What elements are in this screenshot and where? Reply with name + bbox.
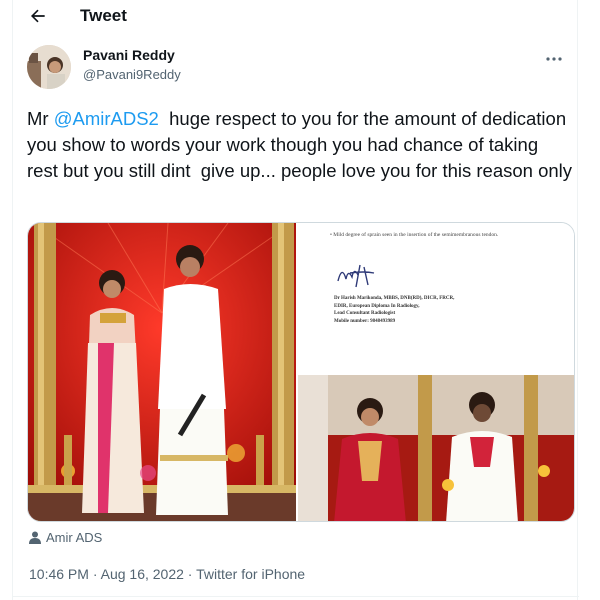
mention-link[interactable]: @AmirADS2 xyxy=(54,108,159,129)
tweet-date[interactable]: Aug 16, 2022 xyxy=(101,566,184,582)
header: Tweet xyxy=(13,0,579,34)
tweet-metadata: 10:46 PM · Aug 16, 2022 · Twitter for iP… xyxy=(29,566,305,582)
doc-doctor-details: Dr Harish Marikonda, MBBS, DNB(RD), DICR… xyxy=(334,295,454,325)
tweet-text: Mr @AmirADS2 huge respect to you for the… xyxy=(27,106,573,184)
tweet-time[interactable]: 10:46 PM xyxy=(29,566,89,582)
doc-detail-line: EDIR, European Diploma In Radiology, xyxy=(334,303,420,309)
avatar[interactable] xyxy=(27,45,71,89)
doc-detail-line: Mobile number: 9848493989 xyxy=(334,318,396,324)
signature-image xyxy=(337,264,375,288)
meta-separator: · xyxy=(183,566,197,582)
doc-bullet-text: • Mild degree of sprain seen in the inse… xyxy=(330,232,499,238)
tweet-page: Tweet Pavani Reddy @Pavani9Reddy Mr @Ami… xyxy=(12,0,579,600)
meta-separator: · xyxy=(88,566,101,582)
media-grid: • Mild degree of sprain seen in the inse… xyxy=(27,222,575,522)
doc-detail-line: Dr Harish Marikonda, MBBS, DNB(RD), DICR… xyxy=(334,296,455,301)
media-photo-stage[interactable] xyxy=(28,223,296,521)
media-photo-document[interactable]: • Mild degree of sprain seen in the inse… xyxy=(298,223,574,373)
page-title: Tweet xyxy=(80,6,127,25)
arrow-left-icon[interactable] xyxy=(27,6,49,26)
person-icon xyxy=(29,531,41,544)
author-name[interactable]: Pavani Reddy xyxy=(83,47,175,63)
media-photo-ceremony[interactable] xyxy=(298,375,574,521)
doc-detail-line: Lead Consultant Radiologist xyxy=(334,311,396,316)
tweet-text-prefix: Mr xyxy=(27,108,54,129)
tweet-source[interactable]: Twitter for iPhone xyxy=(196,566,305,582)
attribution-label: Amir ADS xyxy=(46,530,103,545)
media-attribution[interactable]: Amir ADS xyxy=(29,530,102,545)
divider xyxy=(13,596,579,597)
more-horizontal-icon[interactable] xyxy=(543,52,565,66)
author-handle[interactable]: @Pavani9Reddy xyxy=(83,67,181,82)
